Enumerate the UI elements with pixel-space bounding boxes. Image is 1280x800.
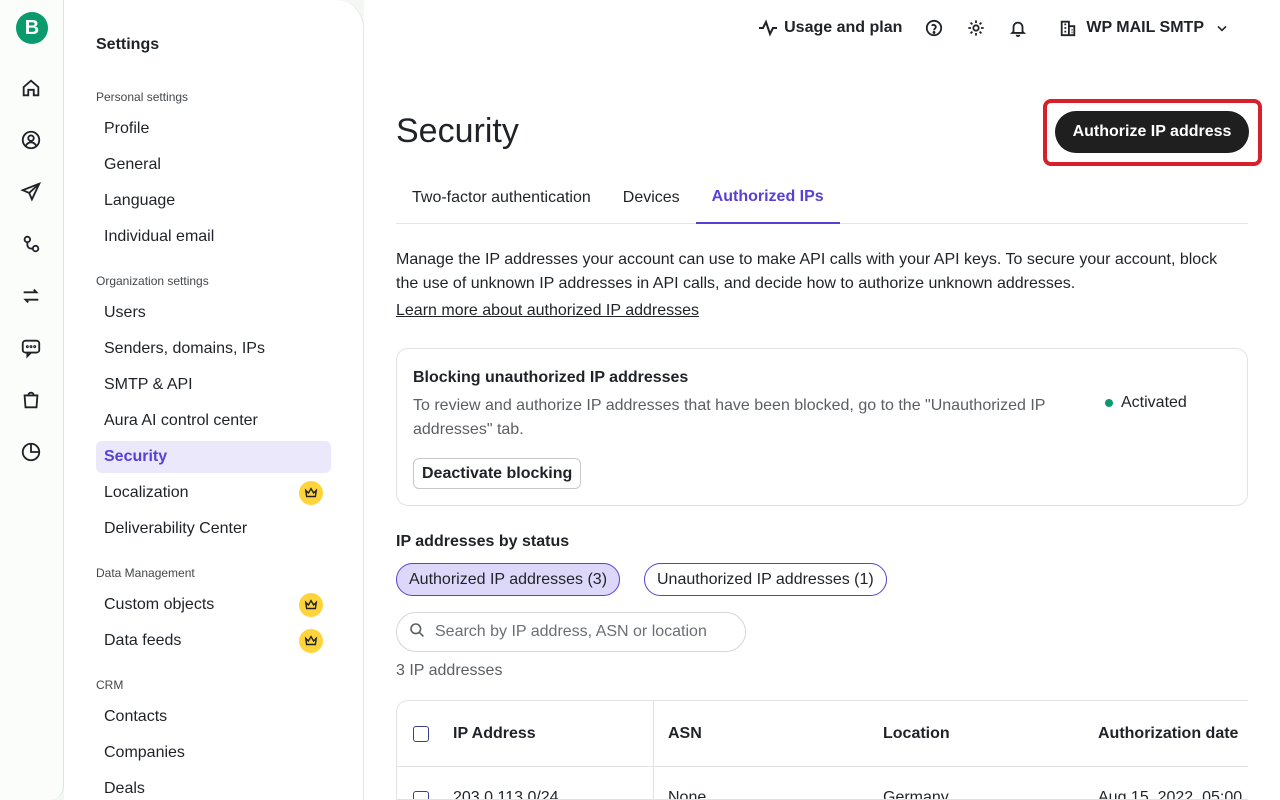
ip-table: IP Address ASN Location Authorization da… xyxy=(396,700,1248,800)
automations-icon[interactable] xyxy=(20,233,42,255)
sidebar-title: Settings xyxy=(96,36,160,53)
sidebar-item-security[interactable]: Security xyxy=(96,441,331,473)
cell-ip-address: 203.0.113.0/24 xyxy=(453,789,559,800)
ip-status-heading: IP addresses by status xyxy=(396,533,570,550)
top-bar: Usage and plan WP MAIL SMTP xyxy=(758,16,1232,40)
chevron-down-icon xyxy=(1212,18,1232,38)
gear-icon[interactable] xyxy=(966,18,986,38)
ip-count: 3 IP addresses xyxy=(396,662,503,679)
section-personal-settings: Personal settings xyxy=(96,90,189,104)
sidebar-item-label: Localization xyxy=(104,484,189,501)
help-icon[interactable] xyxy=(924,18,944,38)
column-asn[interactable]: ASN xyxy=(668,701,702,767)
search-icon xyxy=(409,622,425,643)
tab-two-factor-authentication[interactable]: Two-factor authentication xyxy=(396,172,607,224)
tab-devices[interactable]: Devices xyxy=(607,172,696,224)
blocking-card-text: To review and authorize IP addresses tha… xyxy=(413,397,1046,438)
status-label: Activated xyxy=(1121,394,1187,411)
contacts-icon[interactable] xyxy=(20,129,42,151)
home-icon[interactable] xyxy=(20,77,42,99)
usage-label: Usage and plan xyxy=(784,19,903,36)
row-select-cell xyxy=(413,767,429,799)
sidebar-item-deliverability-center[interactable]: Deliverability Center xyxy=(96,513,331,545)
search-input[interactable] xyxy=(435,623,735,641)
chip-unauthorized-ips[interactable]: Unauthorized IP addresses (1) xyxy=(644,563,887,596)
sidebar-item-localization[interactable]: Localization xyxy=(96,477,331,509)
column-location[interactable]: Location xyxy=(883,701,950,767)
sidebar-item-custom-objects[interactable]: Custom objects xyxy=(96,589,331,621)
transactional-icon[interactable] xyxy=(20,285,42,307)
chip-authorized-ips[interactable]: Authorized IP addresses (3) xyxy=(396,563,621,596)
sidebar-item-language[interactable]: Language xyxy=(96,185,331,217)
sidebar-item-smtp-api[interactable]: SMTP & API xyxy=(96,369,331,401)
deactivate-blocking-button[interactable]: Deactivate blocking xyxy=(413,458,582,489)
section-data-management: Data Management xyxy=(96,566,195,580)
sales-icon[interactable] xyxy=(20,389,42,411)
settings-sidebar: Settings Personal settings Profile Gener… xyxy=(64,0,364,800)
row-checkbox[interactable] xyxy=(413,791,429,799)
ip-search xyxy=(396,612,746,652)
organization-switcher[interactable]: WP MAIL SMTP xyxy=(1058,18,1232,38)
tab-authorized-ips[interactable]: Authorized IPs xyxy=(695,172,840,224)
sidebar-item-profile[interactable]: Profile xyxy=(96,113,331,145)
sidebar-item-label: Custom objects xyxy=(104,596,215,613)
security-tabs: Two-factor authentication Devices Author… xyxy=(396,172,1248,224)
main-content: Usage and plan WP MAIL SMTP Security Aut… xyxy=(364,0,1280,800)
column-ip-address[interactable]: IP Address xyxy=(453,701,536,767)
cell-authorization-date: Aug 15, 2022, 05:00 xyxy=(1098,789,1243,800)
org-name: WP MAIL SMTP xyxy=(1086,19,1204,36)
brevo-logo[interactable]: B xyxy=(16,12,48,44)
section-crm: CRM xyxy=(96,678,124,692)
table-row: 203.0.113.0/24 None Germany Aug 15, 2022… xyxy=(397,767,1248,800)
section-organization-settings: Organization settings xyxy=(96,274,209,288)
app-rail: B xyxy=(0,0,64,800)
activity-icon xyxy=(758,18,778,38)
cell-asn: None xyxy=(668,789,707,800)
conversations-icon[interactable] xyxy=(20,337,42,359)
status-dot-icon xyxy=(1105,399,1113,407)
sidebar-item-companies[interactable]: Companies xyxy=(96,737,331,769)
sidebar-item-individual-email[interactable]: Individual email xyxy=(96,221,331,253)
sidebar-item-aura-ai[interactable]: Aura AI control center xyxy=(96,405,331,437)
sidebar-item-label: Data feeds xyxy=(104,632,182,649)
usage-and-plan-link[interactable]: Usage and plan xyxy=(758,18,902,38)
page-title: Security xyxy=(396,112,519,150)
sidebar-item-contacts[interactable]: Contacts xyxy=(96,701,331,733)
sidebar-item-data-feeds[interactable]: Data feeds xyxy=(96,625,331,657)
reports-icon[interactable] xyxy=(20,441,42,463)
campaigns-icon[interactable] xyxy=(20,181,42,203)
sidebar-item-users[interactable]: Users xyxy=(96,297,331,329)
table-header: IP Address ASN Location Authorization da… xyxy=(397,701,1248,767)
select-all-checkbox[interactable] xyxy=(413,726,429,742)
blocking-card: Blocking unauthorized IP addresses To re… xyxy=(396,348,1248,506)
blocking-card-title: Blocking unauthorized IP addresses xyxy=(413,369,689,386)
select-all-cell xyxy=(413,701,429,767)
sidebar-item-general[interactable]: General xyxy=(96,149,331,181)
authorize-ip-button[interactable]: Authorize IP address xyxy=(1055,111,1249,153)
sidebar-item-deals[interactable]: Deals xyxy=(96,773,331,800)
crown-icon xyxy=(299,481,323,505)
learn-more-link[interactable]: Learn more about authorized IP addresses xyxy=(396,302,699,320)
page-description: Manage the IP addresses your account can… xyxy=(396,251,1218,292)
column-authorization-date[interactable]: Authorization date xyxy=(1098,701,1238,767)
sidebar-item-senders[interactable]: Senders, domains, IPs xyxy=(96,333,331,365)
crown-icon xyxy=(299,593,323,617)
building-icon xyxy=(1058,18,1078,38)
bell-icon[interactable] xyxy=(1008,18,1028,38)
crown-icon xyxy=(299,629,323,653)
status-badge: Activated xyxy=(1105,394,1187,412)
cell-location: Germany xyxy=(883,789,949,800)
